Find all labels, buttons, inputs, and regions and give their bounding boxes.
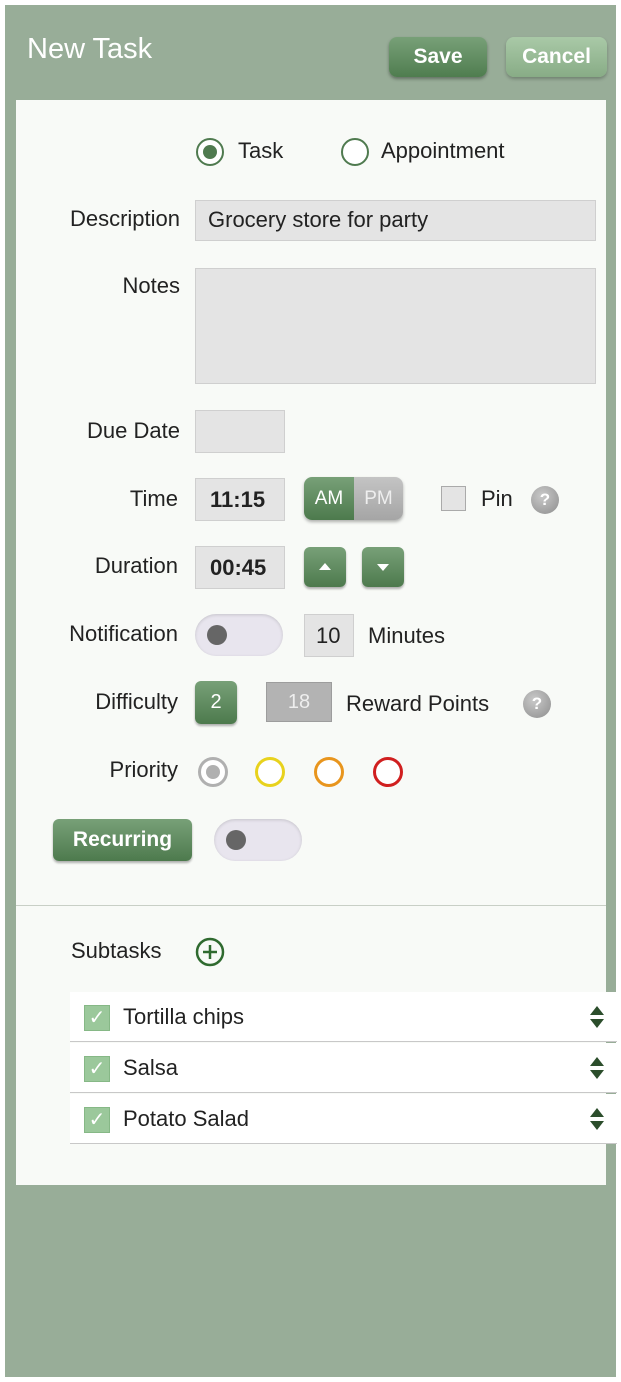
notification-minutes-input[interactable]: 10 [304, 614, 354, 657]
subtask-item[interactable]: ✓ Tortilla chips [70, 992, 617, 1042]
arrow-up-icon [319, 563, 331, 570]
reward-points-value: 18 [266, 682, 332, 722]
pm-button[interactable]: PM [354, 477, 403, 520]
task-form-panel: Task Appointment Description Grocery sto… [16, 100, 617, 1185]
cancel-button[interactable]: Cancel [506, 37, 607, 77]
page-title: New Task [27, 33, 153, 65]
toggle-knob [226, 830, 246, 850]
am-button[interactable]: AM [304, 477, 354, 520]
save-button[interactable]: Save [389, 37, 487, 77]
description-input[interactable]: Grocery store for party [195, 200, 596, 241]
subtask-checkbox[interactable]: ✓ [84, 1107, 110, 1133]
reward-help-icon[interactable]: ? [523, 690, 551, 718]
difficulty-label: Difficulty [95, 689, 178, 714]
time-label: Time [129, 486, 178, 511]
section-divider [16, 905, 606, 906]
priority-high-radio[interactable] [373, 757, 403, 787]
priority-label: Priority [109, 757, 178, 782]
appointment-radio-label: Appointment [381, 138, 505, 163]
duration-label: Duration [94, 553, 178, 578]
plus-circle-icon [195, 937, 225, 967]
priority-medium-radio[interactable] [314, 757, 344, 787]
reward-points-label: Reward Points [346, 691, 490, 716]
minutes-label: Minutes [368, 623, 446, 648]
notes-textarea[interactable] [195, 268, 596, 384]
check-icon: ✓ [88, 1007, 106, 1029]
subtask-label: Tortilla chips [123, 1004, 245, 1029]
task-radio[interactable] [196, 138, 224, 166]
add-subtask-button[interactable] [194, 936, 226, 968]
duration-down-button[interactable] [362, 547, 404, 587]
sort-icon[interactable] [589, 1055, 605, 1081]
task-radio-label: Task [238, 138, 284, 163]
pin-label: Pin [481, 486, 513, 511]
priority-low-radio[interactable] [255, 757, 285, 787]
arrow-down-icon [377, 564, 389, 571]
due-date-label: Due Date [87, 418, 180, 443]
recurring-toggle[interactable] [214, 819, 302, 861]
check-icon: ✓ [88, 1058, 106, 1080]
notification-label: Notification [69, 621, 178, 646]
description-label: Description [69, 206, 180, 231]
time-input[interactable]: 11:15 [195, 478, 285, 521]
subtask-label: Salsa [123, 1055, 179, 1080]
subtask-item[interactable]: ✓ Potato Salad [70, 1094, 617, 1144]
notes-label: Notes [122, 273, 180, 298]
appointment-radio[interactable] [341, 138, 369, 166]
toggle-knob [207, 625, 227, 645]
duration-input[interactable]: 00:45 [195, 546, 285, 589]
pin-checkbox[interactable] [441, 486, 466, 511]
am-pm-toggle: AM PM [304, 477, 403, 520]
notification-toggle[interactable] [195, 614, 283, 656]
check-icon: ✓ [88, 1109, 106, 1131]
subtask-label: Potato Salad [123, 1106, 249, 1131]
sort-icon[interactable] [589, 1106, 605, 1132]
subtasks-label: Subtasks [71, 938, 162, 963]
subtask-item[interactable]: ✓ Salsa [70, 1043, 617, 1093]
sort-icon[interactable] [589, 1004, 605, 1030]
app-window: New Task Save Cancel Task Appointment De… [5, 5, 617, 1377]
pin-help-icon[interactable]: ? [531, 486, 559, 514]
recurring-button[interactable]: Recurring [53, 819, 192, 861]
subtask-checkbox[interactable]: ✓ [84, 1056, 110, 1082]
difficulty-button[interactable]: 2 [195, 681, 237, 724]
subtask-checkbox[interactable]: ✓ [84, 1005, 110, 1031]
due-date-input[interactable] [195, 410, 285, 453]
duration-up-button[interactable] [304, 547, 346, 587]
priority-none-radio[interactable] [198, 757, 228, 787]
